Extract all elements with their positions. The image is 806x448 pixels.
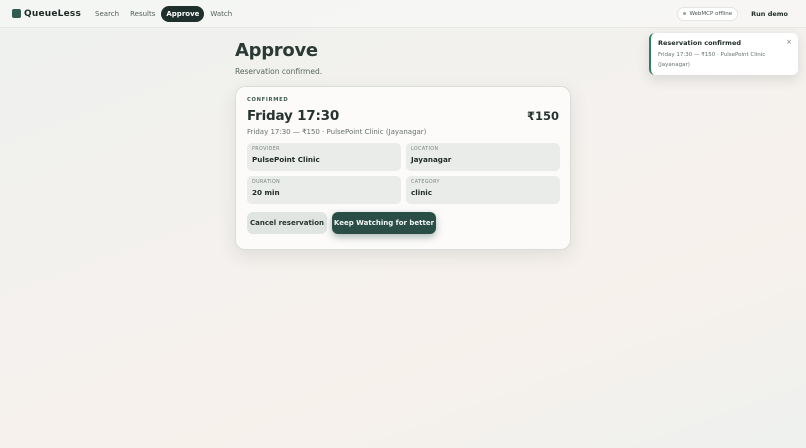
- detail-location: LOCATION Jayanagar: [406, 143, 560, 171]
- detail-value: clinic: [411, 188, 433, 197]
- page-title: Approve: [235, 40, 318, 61]
- slot-price: ₹150: [526, 109, 559, 123]
- detail-value: PulsePoint Clinic: [252, 155, 320, 164]
- card-header: Friday 17:30 ₹150: [247, 108, 559, 124]
- confirmation-card: CONFIRMED Friday 17:30 ₹150 Friday 17:30…: [235, 86, 571, 250]
- confirmed-kicker: CONFIRMED: [247, 97, 289, 103]
- detail-provider: PROVIDER PulsePoint Clinic: [247, 143, 401, 171]
- detail-category: CATEGORY clinic: [406, 176, 560, 204]
- webmcp-status-label: WebMCP offline: [689, 10, 733, 17]
- header-actions: WebMCP offline Run demo: [677, 6, 794, 21]
- run-demo-button[interactable]: Run demo: [745, 7, 794, 21]
- slot-title: Friday 17:30: [247, 108, 340, 124]
- cancel-reservation-button[interactable]: Cancel reservation: [247, 212, 327, 234]
- detail-label: PROVIDER: [252, 147, 280, 152]
- brand[interactable]: QueueLess: [12, 9, 81, 19]
- keep-watching-button[interactable]: Keep Watching for better: [332, 212, 436, 234]
- brand-name: QueueLess: [24, 8, 82, 19]
- nav-results[interactable]: Results: [125, 6, 160, 22]
- logo-icon: [12, 9, 21, 18]
- main-nav: Search Results Approve Watch: [90, 5, 238, 22]
- page-subtitle: Reservation confirmed.: [235, 67, 323, 76]
- slot-summary: Friday 17:30 — ₹150 · PulsePoint Clinic …: [247, 128, 427, 136]
- details-grid: PROVIDER PulsePoint Clinic LOCATION Jaya…: [247, 143, 560, 204]
- status-dot-icon: [683, 12, 687, 15]
- webmcp-status-badge: WebMCP offline: [677, 6, 739, 21]
- detail-value: Jayanagar: [411, 155, 452, 164]
- toast-title: Reservation confirmed: [658, 39, 742, 47]
- detail-value: 20 min: [252, 188, 280, 197]
- detail-label: LOCATION: [411, 147, 439, 152]
- toast-notification: Reservation confirmed Friday 17:30 — ₹15…: [649, 33, 798, 75]
- detail-duration: DURATION 20 min: [247, 176, 401, 204]
- top-nav-bar: QueueLess Search Results Approve Watch W…: [0, 0, 806, 28]
- nav-watch[interactable]: Watch: [205, 6, 237, 22]
- detail-label: CATEGORY: [411, 180, 440, 185]
- detail-label: DURATION: [252, 180, 281, 185]
- toast-body: Friday 17:30 — ₹150 · PulsePoint Clinic …: [658, 52, 766, 68]
- card-actions: Cancel reservation Keep Watching for bet…: [247, 212, 559, 234]
- nav-search[interactable]: Search: [90, 6, 124, 22]
- close-icon[interactable]: ×: [786, 38, 792, 46]
- nav-approve[interactable]: Approve: [161, 5, 205, 22]
